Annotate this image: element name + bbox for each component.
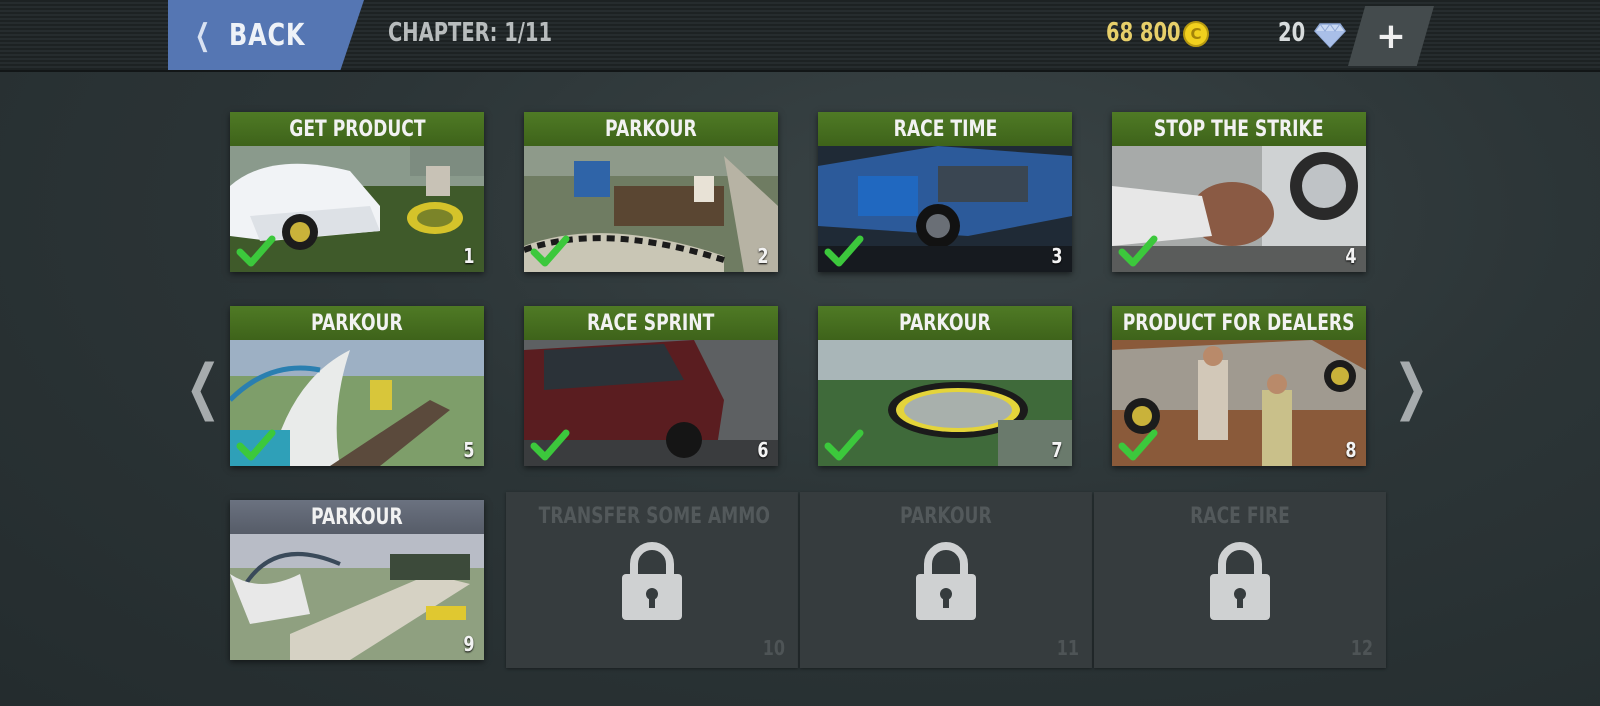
level-title: PARKOUR — [899, 310, 991, 336]
level-number: 3 — [1051, 244, 1063, 268]
coin-icon: C — [1183, 21, 1209, 47]
level-card-10-locked: TRANSFER SOME AMMO 10 — [506, 492, 798, 668]
level-title: TRANSFER SOME AMMO — [538, 504, 770, 529]
level-thumbnail — [230, 534, 484, 660]
completed-check-icon — [824, 235, 864, 267]
level-card-6[interactable]: RACE SPRINT 6 — [524, 306, 778, 466]
completed-check-icon — [530, 429, 570, 461]
level-title: RACE FIRE — [1190, 504, 1290, 529]
level-number: 12 — [1350, 636, 1374, 660]
lock-icon — [622, 542, 682, 620]
lock-icon — [916, 542, 976, 620]
completed-check-icon — [236, 429, 276, 461]
level-number: 10 — [762, 636, 786, 660]
level-title-bar: RACE SPRINT — [524, 306, 778, 340]
level-title: PARKOUR — [311, 504, 403, 530]
level-title: PARKOUR — [311, 310, 403, 336]
level-number: 6 — [757, 438, 769, 462]
level-title: GET PRODUCT — [288, 116, 426, 142]
diamond-icon — [1314, 23, 1346, 48]
level-title: STOP THE STRIKE — [1154, 116, 1324, 142]
plus-icon: + — [1375, 15, 1407, 57]
level-card-3[interactable]: RACE TIME 3 — [818, 112, 1072, 272]
level-card-12-locked: RACE FIRE 12 — [1094, 492, 1386, 668]
level-number: 11 — [1056, 636, 1080, 660]
level-title-bar: STOP THE STRIKE — [1112, 112, 1366, 146]
level-card-2[interactable]: PARKOUR 2 — [524, 112, 778, 272]
level-title-bar: PRODUCT FOR DEALERS — [1112, 306, 1366, 340]
level-number: 7 — [1051, 438, 1063, 462]
level-number: 5 — [463, 438, 475, 462]
completed-check-icon — [1118, 429, 1158, 461]
gem-balance: 20 — [1278, 18, 1306, 48]
level-title-bar: PARKOUR — [230, 500, 484, 534]
back-label: BACK — [229, 17, 306, 53]
level-title: RACE SPRINT — [587, 310, 715, 336]
next-page-arrow[interactable]: ❯ — [1394, 352, 1429, 422]
level-number: 8 — [1345, 438, 1357, 462]
level-card-5[interactable]: PARKOUR 5 — [230, 306, 484, 466]
level-title: PARKOUR — [605, 116, 697, 142]
lock-icon — [1210, 542, 1270, 620]
level-title-bar: RACE TIME — [818, 112, 1072, 146]
completed-check-icon — [824, 429, 864, 461]
level-title-bar: PARKOUR — [230, 306, 484, 340]
level-title: PARKOUR — [900, 504, 992, 529]
level-card-4[interactable]: STOP THE STRIKE 4 — [1112, 112, 1366, 272]
level-number: 4 — [1345, 244, 1357, 268]
add-gems-button[interactable]: + — [1348, 6, 1434, 66]
level-card-1[interactable]: GET PRODUCT 1 — [230, 112, 484, 272]
chapter-label: CHAPTER: 1/11 — [388, 18, 553, 48]
level-title-bar: GET PRODUCT — [230, 112, 484, 146]
level-title-bar: PARKOUR — [524, 112, 778, 146]
level-title-bar: PARKOUR — [818, 306, 1072, 340]
level-card-8[interactable]: PRODUCT FOR DEALERS 8 — [1112, 306, 1366, 466]
chevron-left-icon: ❮ — [195, 17, 211, 53]
level-card-11-locked: PARKOUR 11 — [800, 492, 1092, 668]
level-card-7[interactable]: PARKOUR 7 — [818, 306, 1072, 466]
back-button[interactable]: ❮ BACK — [168, 0, 364, 70]
level-card-9[interactable]: PARKOUR 9 — [230, 500, 484, 660]
top-bar: ❮ BACK CHAPTER: 1/11 68 800 C 20 + — [0, 0, 1600, 72]
completed-check-icon — [236, 235, 276, 267]
coin-balance: 68 800 — [1106, 18, 1181, 48]
completed-check-icon — [1118, 235, 1158, 267]
prev-page-arrow[interactable]: ❮ — [186, 352, 221, 422]
level-title: PRODUCT FOR DEALERS — [1123, 310, 1355, 336]
completed-check-icon — [530, 235, 570, 267]
level-title: RACE TIME — [893, 116, 997, 142]
level-number: 1 — [463, 244, 475, 268]
level-number: 9 — [463, 632, 475, 656]
level-number: 2 — [757, 244, 769, 268]
